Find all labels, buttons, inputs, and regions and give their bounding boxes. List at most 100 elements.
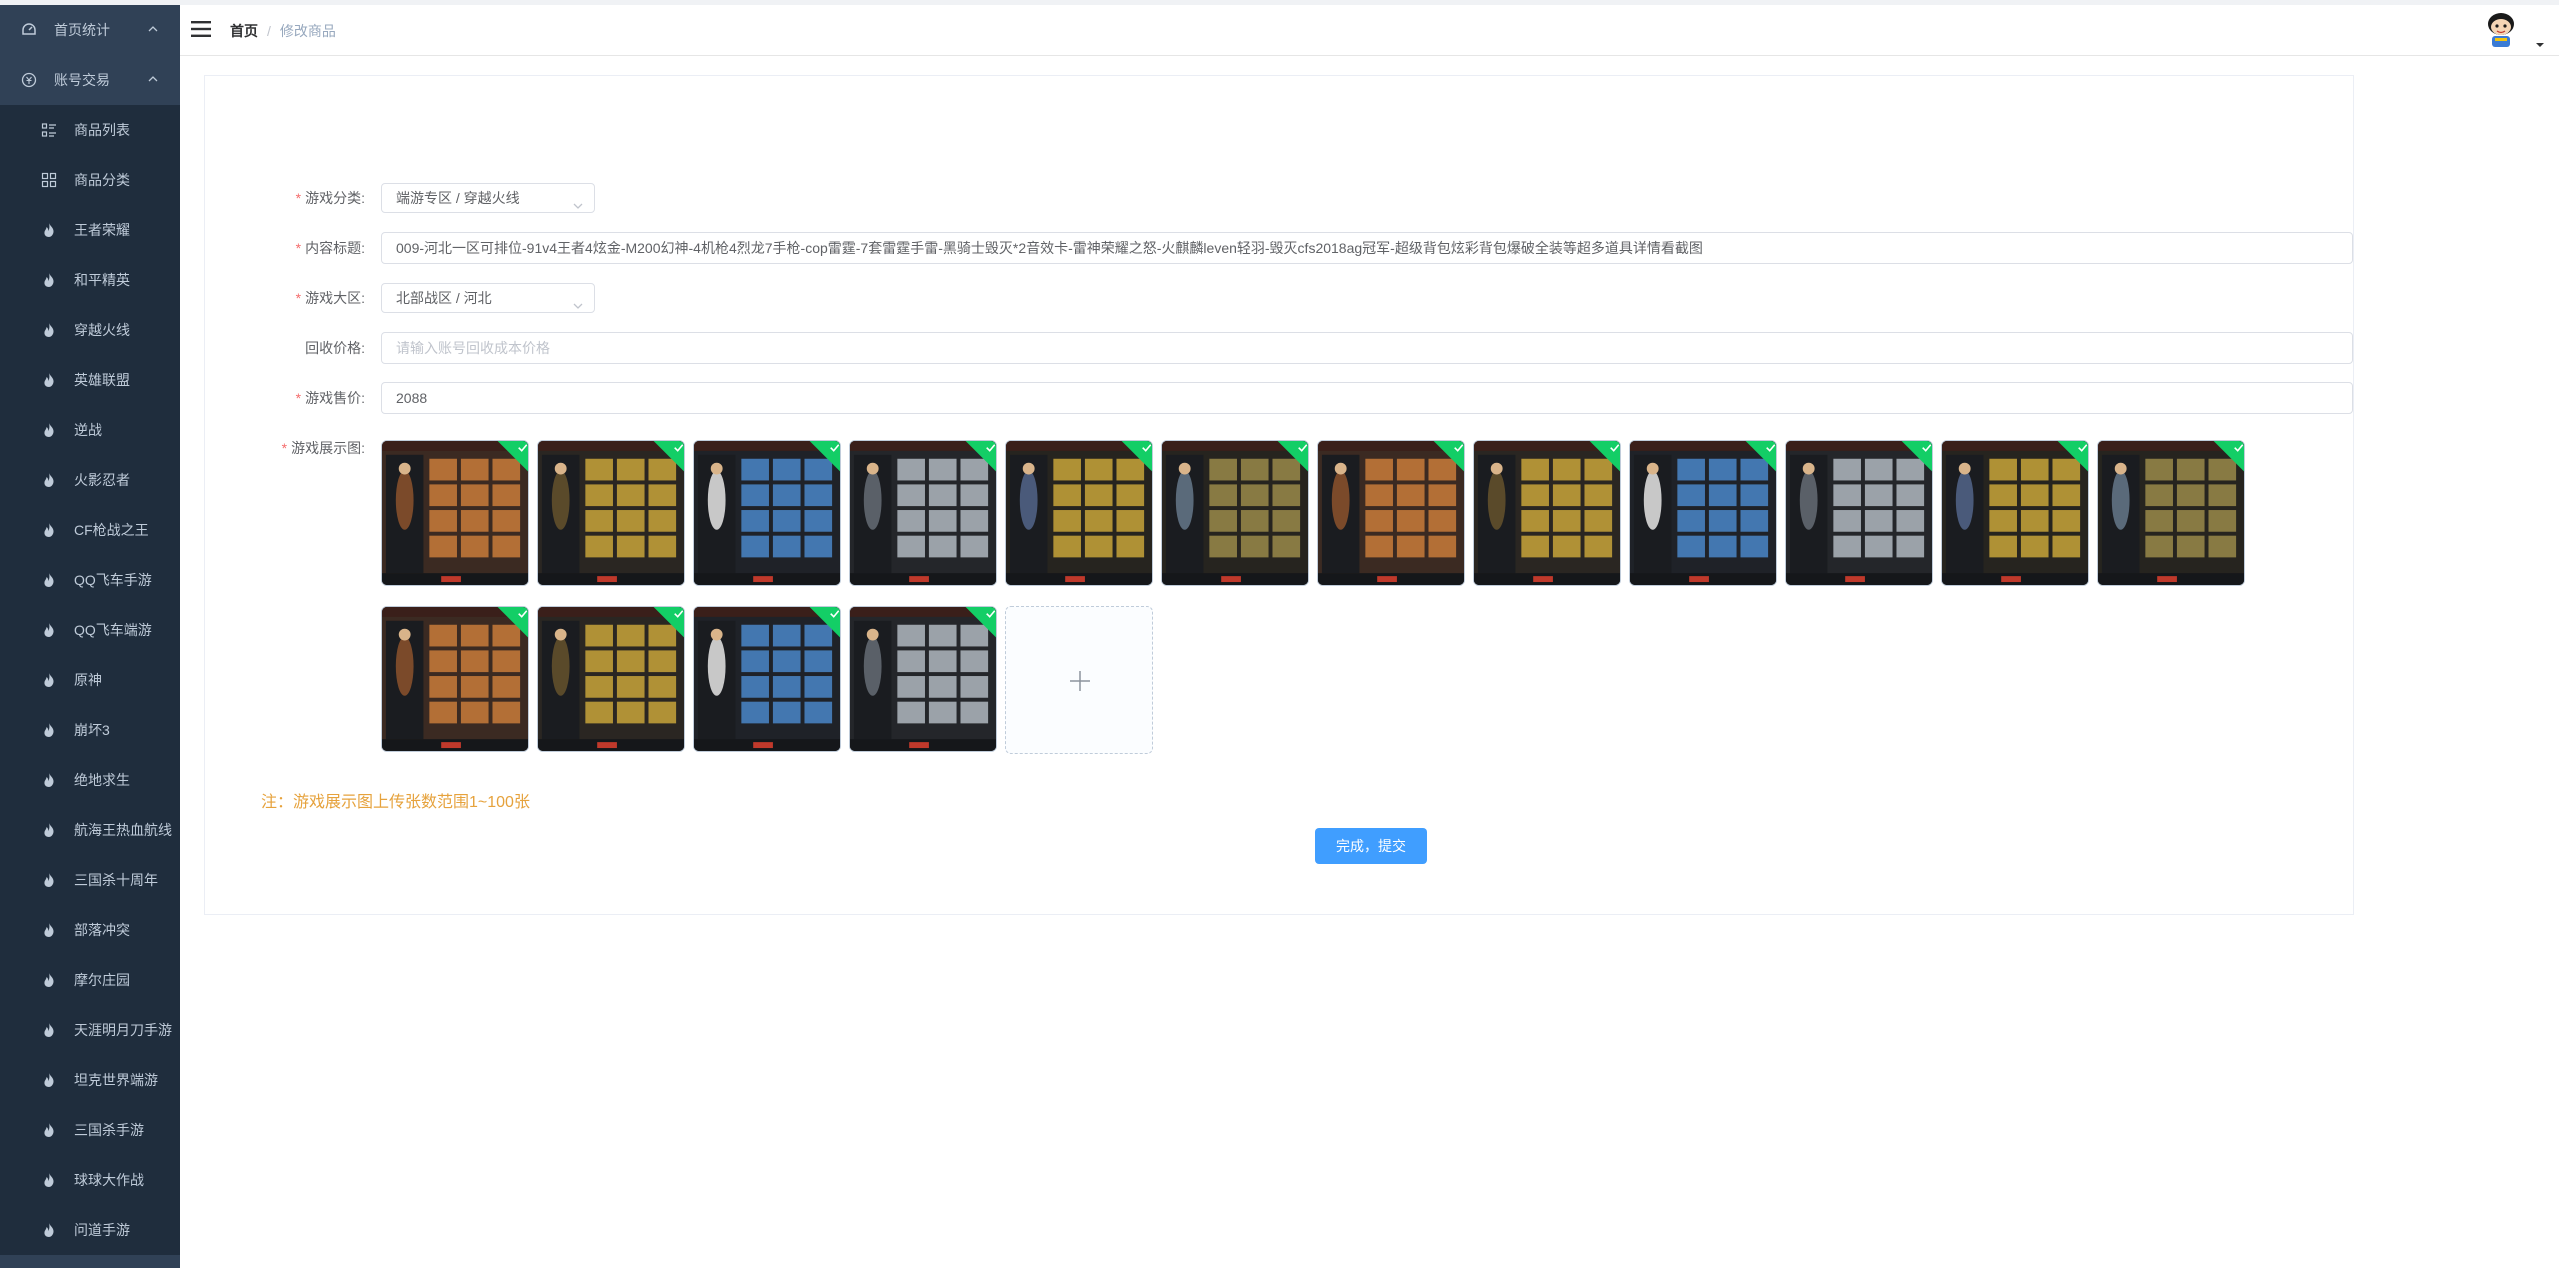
sidebar-item-11[interactable]: QQ飞车手游 (0, 555, 180, 605)
fire-icon (40, 1221, 58, 1239)
sidebar-item-21[interactable]: 坦克世界端游 (0, 1055, 180, 1105)
sidebar-item-0[interactable]: 首页统计 (0, 5, 180, 55)
sidebar-item-label: 商品分类 (74, 172, 130, 188)
sidebar-item-4[interactable]: 王者荣耀 (0, 205, 180, 255)
submit-button[interactable]: 完成，提交 (1315, 828, 1427, 864)
category-value: 端游专区 / 穿越火线 (396, 190, 520, 206)
sidebar-item-label: 账号交易 (54, 72, 110, 88)
sidebar-item-label: 王者荣耀 (74, 222, 130, 238)
fire-icon (40, 571, 58, 589)
sidebar-item-label: 原神 (74, 672, 102, 688)
recycle-price-input[interactable]: 请输入账号回收成本价格 (381, 332, 2353, 364)
uploaded-image-thumbnail[interactable] (849, 440, 997, 586)
sidebar-item-label: 绝地求生 (74, 772, 130, 788)
fire-icon (40, 871, 58, 889)
sidebar-item-22[interactable]: 三国杀手游 (0, 1105, 180, 1155)
fire-icon (40, 971, 58, 989)
check-icon (1922, 444, 1932, 452)
fire-icon (40, 671, 58, 689)
uploaded-image-thumbnail[interactable] (1473, 440, 1621, 586)
uploaded-image-thumbnail[interactable] (537, 606, 685, 752)
sidebar-item-2[interactable]: 商品列表 (0, 105, 180, 155)
fire-icon (40, 321, 58, 339)
sidebar-item-6[interactable]: 穿越火线 (0, 305, 180, 355)
sidebar-item-label: 摩尔庄园 (74, 972, 130, 988)
sidebar-item-10[interactable]: CF枪战之王 (0, 505, 180, 555)
sidebar-item-7[interactable]: 英雄联盟 (0, 355, 180, 405)
title-input[interactable]: 009-河北一区可排位-91v4王者4炫金-M200幻神-4机枪4烈龙7手枪-c… (381, 232, 2353, 264)
sidebar-item-5[interactable]: 和平精英 (0, 255, 180, 305)
uploaded-image-thumbnail[interactable] (1317, 440, 1465, 586)
uploaded-image-thumbnail[interactable] (849, 606, 997, 752)
edit-product-card: * 游戏分类: 端游专区 / 穿越火线 * 内容标题: 009-河北一区可排位-91… (204, 75, 2354, 915)
sidebar-item-label: 天涯明月刀手游 (74, 1022, 172, 1038)
upload-note: 注：游戏展示图上传张数范围1~100张 (261, 794, 530, 811)
dashboard-icon (20, 21, 38, 39)
uploaded-image-thumbnail[interactable] (2097, 440, 2245, 586)
uploaded-image-thumbnail[interactable] (1941, 440, 2089, 586)
sidebar-item-label: 逆战 (74, 422, 102, 438)
sidebar-item-13[interactable]: 原神 (0, 655, 180, 705)
sidebar-item-3[interactable]: 商品分类 (0, 155, 180, 205)
sidebar-item-18[interactable]: 部落冲突 (0, 905, 180, 955)
region-select[interactable]: 北部战区 / 河北 (381, 283, 595, 313)
fire-icon (40, 1171, 58, 1189)
currency-icon (20, 71, 38, 89)
sidebar-item-19[interactable]: 摩尔庄园 (0, 955, 180, 1005)
category-label: * 游戏分类: (295, 190, 365, 206)
check-icon (1610, 444, 1620, 452)
image-upload-button[interactable] (1005, 606, 1153, 754)
price-input[interactable]: 2088 (381, 382, 2353, 414)
uploaded-image-thumbnail[interactable] (1005, 440, 1153, 586)
hamburger-icon[interactable] (190, 18, 212, 40)
sidebar-item-9[interactable]: 火影忍者 (0, 455, 180, 505)
sidebar-item-label: 首页统计 (54, 22, 110, 38)
fire-icon (40, 221, 58, 239)
uploaded-image-thumbnail[interactable] (693, 606, 841, 752)
breadcrumb-home[interactable]: 首页 (230, 21, 258, 41)
sidebar-item-24[interactable]: 问道手游 (0, 1205, 180, 1255)
uploaded-image-thumbnail[interactable] (381, 440, 529, 586)
sidebar-item-label: 球球大作战 (74, 1172, 144, 1188)
sidebar-item-23[interactable]: 球球大作战 (0, 1155, 180, 1205)
uploaded-image-thumbnail[interactable] (1785, 440, 1933, 586)
category-select[interactable]: 端游专区 / 穿越火线 (381, 183, 595, 213)
check-icon (986, 610, 996, 618)
uploaded-image-thumbnail[interactable] (381, 606, 529, 752)
sidebar-item-label: 火影忍者 (74, 472, 130, 488)
sidebar-item-label: 坦克世界端游 (74, 1072, 158, 1088)
sidebar-item-15[interactable]: 绝地求生 (0, 755, 180, 805)
uploaded-image-thumbnail[interactable] (537, 440, 685, 586)
check-icon (674, 610, 684, 618)
check-icon (518, 610, 528, 618)
sidebar-item-17[interactable]: 三国杀十周年 (0, 855, 180, 905)
chevron-down-icon (572, 193, 584, 209)
check-icon (518, 444, 528, 452)
avatar[interactable] (2481, 9, 2521, 49)
check-icon (1142, 444, 1152, 452)
uploaded-image-thumbnail[interactable] (1629, 440, 1777, 586)
required-mark: * (295, 240, 302, 256)
sidebar-item-14[interactable]: 崩坏3 (0, 705, 180, 755)
region-label: * 游戏大区: (295, 290, 365, 306)
sidebar-item-label: 三国杀手游 (74, 1122, 144, 1138)
caret-down-icon[interactable] (2535, 37, 2545, 47)
required-mark: * (295, 290, 302, 306)
sidebar-item-20[interactable]: 天涯明月刀手游 (0, 1005, 180, 1055)
sidebar-item-label: 商品列表 (74, 122, 130, 138)
uploaded-image-thumbnail[interactable] (1161, 440, 1309, 586)
check-icon (830, 610, 840, 618)
fire-icon (40, 371, 58, 389)
sidebar-item-8[interactable]: 逆战 (0, 405, 180, 455)
fire-icon (40, 471, 58, 489)
fire-icon (40, 821, 58, 839)
check-icon (830, 444, 840, 452)
sidebar-item-1[interactable]: 账号交易 (0, 55, 180, 105)
fire-icon (40, 421, 58, 439)
region-value: 北部战区 / 河北 (396, 290, 492, 306)
sidebar-item-label: 航海王热血航线 (74, 822, 172, 838)
fire-icon (40, 271, 58, 289)
uploaded-image-thumbnail[interactable] (693, 440, 841, 586)
sidebar-item-16[interactable]: 航海王热血航线 (0, 805, 180, 855)
sidebar-item-12[interactable]: QQ飞车端游 (0, 605, 180, 655)
